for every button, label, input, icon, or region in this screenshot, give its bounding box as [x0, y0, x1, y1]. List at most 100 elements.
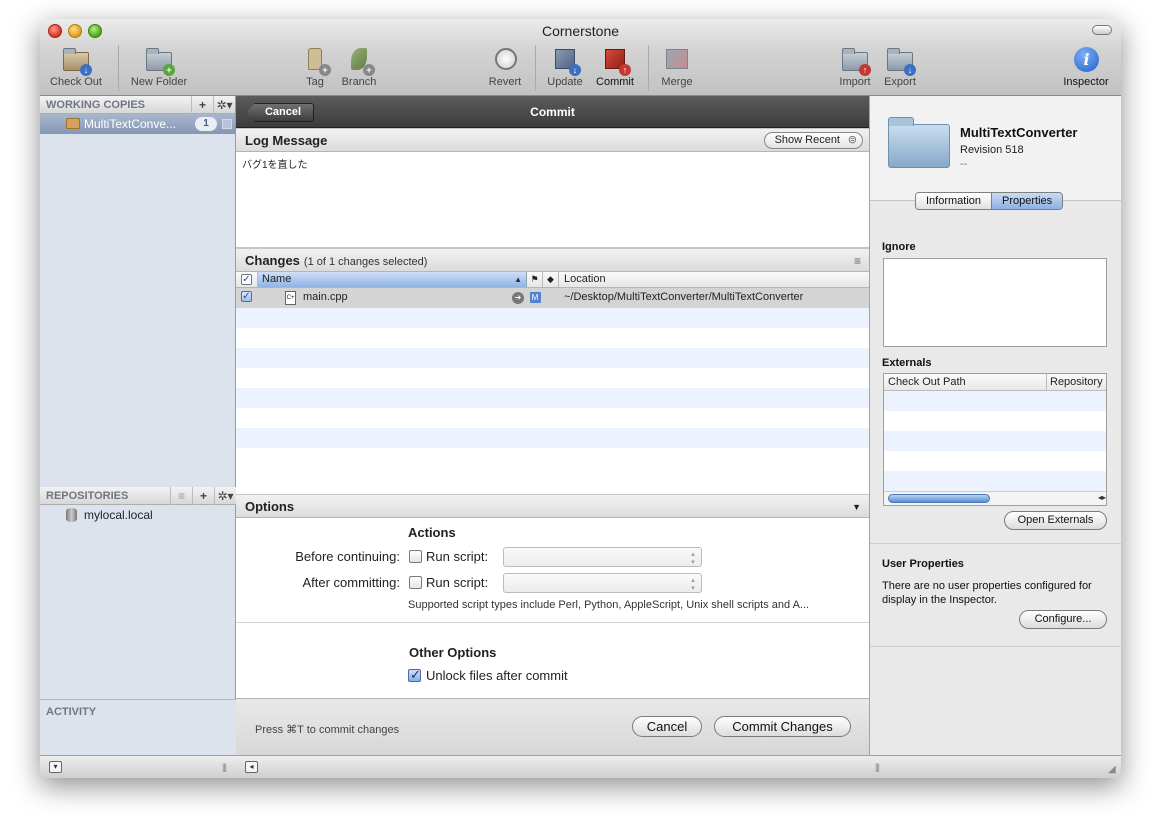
- before-run-script-label: Run script:: [426, 549, 489, 564]
- name-column-header[interactable]: Name ▲: [258, 272, 527, 287]
- toolbar-separator: [648, 45, 649, 91]
- user-properties-label: User Properties: [882, 558, 964, 570]
- commit-footer: Press ⌘T to commit changes Cancel Commit…: [236, 698, 869, 755]
- inspector-button[interactable]: i Inspector: [1058, 46, 1114, 92]
- flag-column-icon[interactable]: ⚑: [527, 272, 543, 287]
- plus-icon: +: [163, 64, 175, 76]
- check-out-button[interactable]: ↓ Check Out: [46, 46, 106, 92]
- update-button[interactable]: ↓ Update: [542, 46, 588, 92]
- log-message-input[interactable]: バグ1を直した: [236, 152, 869, 248]
- changes-menu-icon[interactable]: ≡: [854, 249, 861, 273]
- changes-count: (1 of 1 changes selected): [303, 256, 428, 268]
- select-all-checkbox-column[interactable]: ✓: [236, 272, 258, 287]
- sidebar: WORKING COPIES + ✲▾ MultiTextConve... 1 …: [40, 96, 236, 755]
- toolbar-separator: [118, 45, 119, 91]
- after-run-script-checkbox[interactable]: [409, 576, 422, 589]
- window-resize-grip[interactable]: ◢: [1108, 764, 1116, 775]
- options-title: Options: [245, 499, 295, 514]
- working-copies-title: WORKING COPIES: [46, 99, 146, 111]
- options-header[interactable]: Options ▼: [236, 494, 869, 518]
- branch-button[interactable]: + Branch: [338, 46, 380, 92]
- location-column-header[interactable]: Location: [559, 272, 869, 287]
- commit-toolbar-button[interactable]: ↑ Commit: [591, 46, 639, 92]
- repository-item[interactable]: mylocal.local: [40, 505, 236, 525]
- externals-table[interactable]: Check Out Path Repository ◂▸: [883, 373, 1107, 506]
- table-row[interactable]: ✓ C+ main.cpp ➔ M ~/Desktop/MultiTextCon…: [236, 288, 869, 308]
- status-bar: ▾ ||| ◂ ||| ◢: [40, 755, 1121, 778]
- commit-header-bar: Cancel Commit: [236, 96, 869, 128]
- tab-information[interactable]: Information: [916, 193, 992, 209]
- revert-button[interactable]: Revert: [484, 46, 526, 92]
- inspector-label: Inspector: [1063, 76, 1109, 88]
- show-recent-button[interactable]: Show Recent: [763, 132, 863, 149]
- sidebar-resize-grip[interactable]: |||: [222, 762, 227, 772]
- import-button[interactable]: ↑ Import: [835, 46, 875, 92]
- inspector-resize-grip[interactable]: |||: [875, 762, 880, 772]
- table-row-empty: [236, 348, 869, 368]
- export-button[interactable]: ↓ Export: [880, 46, 920, 92]
- table-row-empty: [236, 428, 869, 448]
- add-working-copy-button[interactable]: +: [191, 96, 213, 114]
- toolbar-toggle-button[interactable]: [1092, 25, 1112, 35]
- after-script-select[interactable]: [503, 573, 702, 593]
- merge-button[interactable]: Merge: [656, 46, 698, 92]
- cancel-button[interactable]: Cancel: [632, 716, 702, 737]
- externals-horizontal-scrollbar[interactable]: ◂▸: [884, 491, 1106, 505]
- info-icon: i: [1074, 47, 1099, 72]
- branch-label: Branch: [341, 76, 377, 88]
- inspector-tabs: Information Properties: [915, 192, 1064, 210]
- new-folder-button[interactable]: + New Folder: [126, 46, 192, 92]
- working-copies-gear-icon[interactable]: ✲▾: [213, 96, 235, 114]
- select-all-checkbox[interactable]: ✓: [241, 274, 252, 285]
- tag-button[interactable]: + Tag: [298, 46, 332, 92]
- table-row-empty: [236, 408, 869, 428]
- log-message-title: Log Message: [245, 133, 328, 148]
- options-disclosure-icon[interactable]: ▼: [852, 495, 861, 519]
- repositories-gear-icon[interactable]: ✲▾: [214, 487, 236, 505]
- upload-icon: ↑: [859, 64, 871, 76]
- check-out-path-column[interactable]: Check Out Path: [884, 374, 1047, 390]
- download-icon: ↓: [569, 64, 581, 76]
- table-row-empty: [236, 368, 869, 388]
- new-folder-label: New Folder: [130, 76, 188, 88]
- working-copy-item[interactable]: MultiTextConve... 1: [40, 114, 235, 134]
- commit-changes-button[interactable]: Commit Changes: [714, 716, 851, 737]
- merge-label: Merge: [661, 76, 693, 88]
- repositories-list-icon[interactable]: ≡: [170, 487, 192, 505]
- scroll-arrows-icon[interactable]: ◂▸: [1098, 493, 1106, 502]
- unlock-files-checkbox[interactable]: [408, 667, 421, 683]
- window-title: Cornerstone: [541, 23, 620, 39]
- toolbar: Cornerstone ↓ Check Out + New Folder + T…: [40, 19, 1121, 96]
- folder-icon: [66, 118, 80, 129]
- scrollbar-thumb[interactable]: [888, 494, 990, 503]
- before-continuing-label: Before continuing:: [295, 549, 400, 564]
- before-script-select[interactable]: [503, 547, 702, 567]
- cpp-file-icon: C+: [285, 291, 296, 305]
- include-file-checkbox[interactable]: ✓: [241, 291, 252, 302]
- reveal-arrow-icon[interactable]: ➔: [512, 292, 524, 304]
- add-repository-button[interactable]: +: [192, 487, 214, 505]
- upload-icon: ↑: [619, 64, 631, 76]
- table-row-empty: [884, 431, 1106, 451]
- before-run-script-checkbox[interactable]: [409, 550, 422, 563]
- ignore-field[interactable]: [883, 258, 1107, 347]
- tab-properties[interactable]: Properties: [991, 193, 1063, 209]
- cornerstone-window: Cornerstone ↓ Check Out + New Folder + T…: [40, 19, 1121, 778]
- inspector-divider: [870, 646, 1121, 647]
- tag-column-icon[interactable]: ◆: [543, 272, 559, 287]
- actions-heading: Actions: [408, 525, 456, 540]
- sidebar-toggle-icon[interactable]: ▾: [49, 761, 62, 773]
- configure-button[interactable]: Configure...: [1019, 610, 1107, 629]
- repository-column[interactable]: Repository: [1047, 374, 1103, 390]
- table-row-empty: [236, 448, 869, 468]
- working-copies-header: WORKING COPIES + ✲▾: [40, 96, 235, 114]
- activity-header: ACTIVITY: [46, 706, 97, 718]
- collapse-panel-icon[interactable]: ◂: [245, 761, 258, 773]
- repositories-header: REPOSITORIES ≡ + ✲▾: [40, 487, 236, 505]
- download-icon: ↓: [80, 64, 92, 76]
- working-copy-name: MultiTextConve...: [84, 117, 177, 131]
- open-externals-button[interactable]: Open Externals: [1004, 511, 1107, 530]
- inspector-status: --: [960, 158, 968, 170]
- working-copy-checkbox[interactable]: [222, 119, 232, 129]
- changes-title: Changes: [245, 253, 300, 268]
